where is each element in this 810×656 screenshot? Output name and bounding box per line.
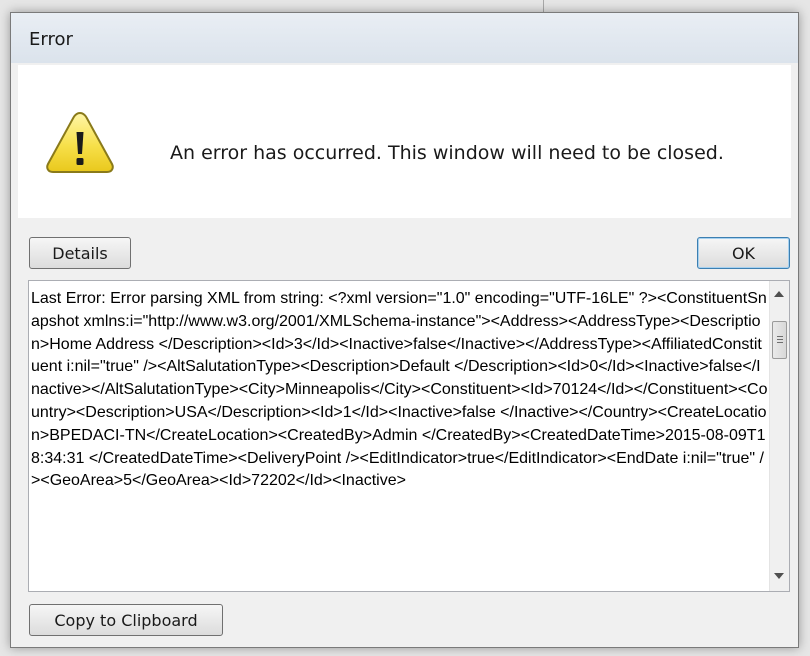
scroll-down-arrow-icon[interactable]	[774, 573, 784, 579]
thumb-grip-line	[777, 336, 783, 337]
copy-to-clipboard-button[interactable]: Copy to Clipboard	[29, 604, 223, 636]
details-textbox[interactable]: Last Error: Error parsing XML from strin…	[28, 280, 790, 592]
details-button[interactable]: Details	[29, 237, 131, 269]
warning-icon	[46, 111, 114, 173]
message-area: An error has occurred. This window will …	[18, 65, 791, 218]
ok-button[interactable]: OK	[697, 237, 790, 269]
vertical-scrollbar[interactable]	[769, 281, 789, 591]
thumb-grip-line	[777, 342, 783, 343]
error-message: An error has occurred. This window will …	[170, 142, 724, 164]
details-text: Last Error: Error parsing XML from strin…	[31, 290, 768, 490]
title-bar[interactable]: Error	[11, 13, 798, 63]
background-window-divider	[543, 0, 544, 12]
dialog-title: Error	[29, 29, 73, 50]
scroll-thumb[interactable]	[772, 321, 787, 359]
scroll-up-arrow-icon[interactable]	[774, 291, 784, 297]
error-dialog: Error An error has occurred. This window…	[10, 12, 799, 648]
thumb-grip-line	[777, 339, 783, 340]
